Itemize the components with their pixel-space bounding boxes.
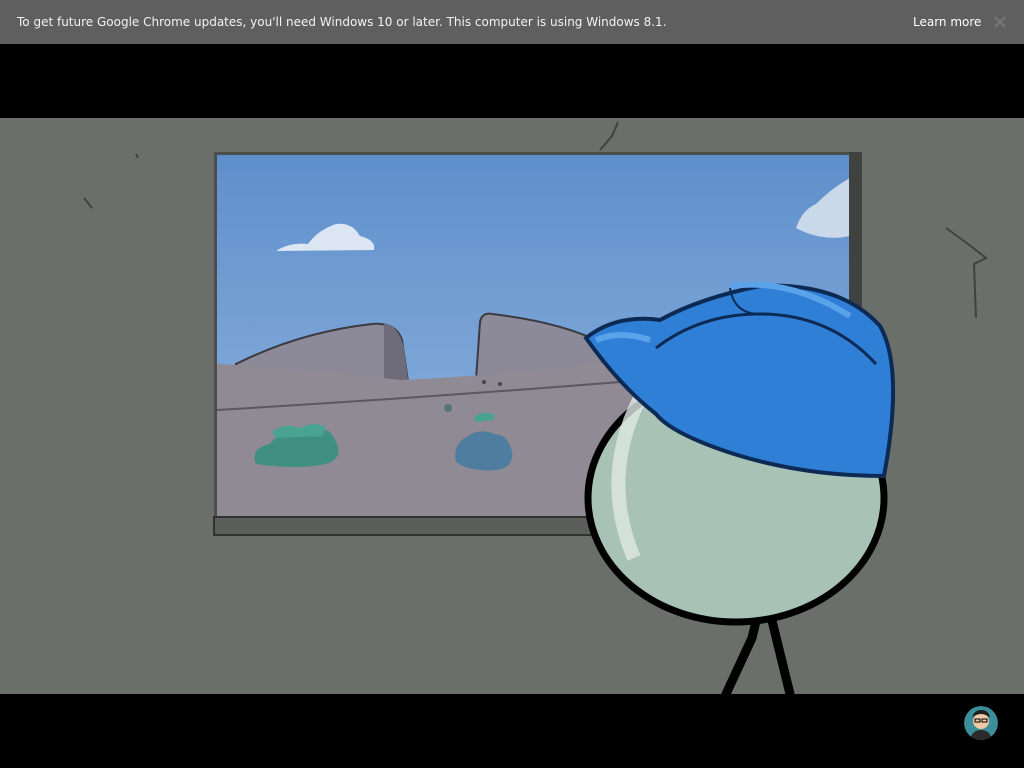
letterbox-bottom xyxy=(0,694,1024,768)
learn-more-link[interactable]: Learn more xyxy=(913,14,981,30)
update-infobar: To get future Google Chrome updates, you… xyxy=(0,0,1024,44)
browser-viewport: To get future Google Chrome updates, you… xyxy=(0,0,1024,768)
game-scene-illustration xyxy=(0,118,1024,694)
letterbox-top xyxy=(0,44,1024,118)
game-canvas[interactable] xyxy=(0,118,1024,694)
close-icon[interactable] xyxy=(990,12,1010,32)
infobar-message: To get future Google Chrome updates, you… xyxy=(17,15,667,29)
user-avatar-icon[interactable] xyxy=(964,706,998,740)
